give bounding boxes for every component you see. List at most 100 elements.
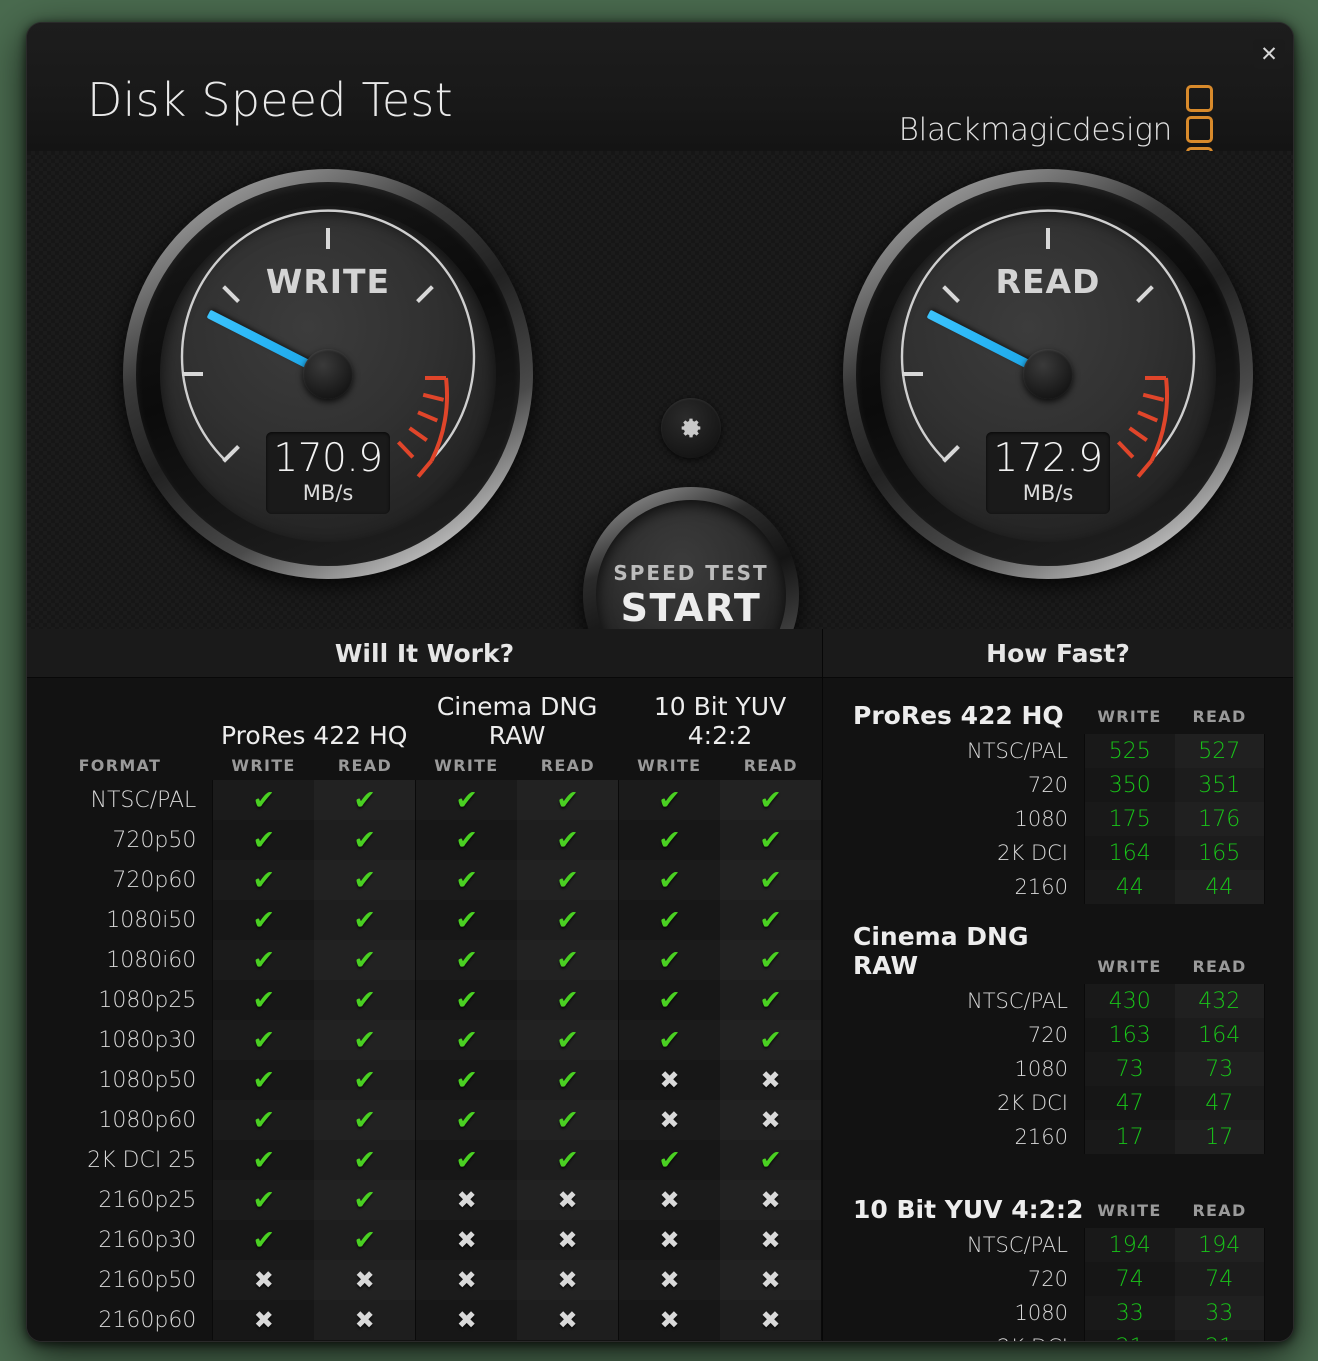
format-label: 720p60 — [112, 867, 197, 893]
status-check-icon: ✔ — [517, 940, 619, 980]
check-icon: ✔ — [252, 824, 276, 856]
check-icon: ✔ — [556, 904, 579, 936]
cross-icon: ✖ — [659, 1306, 680, 1334]
format-label: 1080i60 — [106, 947, 197, 973]
format-label: 2160p25 — [98, 1187, 197, 1213]
check-icon: ✔ — [556, 784, 579, 816]
table-row: 2K DCI2121 — [851, 1330, 1265, 1341]
page-title: Disk Speed Test — [87, 73, 453, 127]
check-icon: ✔ — [759, 984, 782, 1016]
status-cross-icon: ✖ — [720, 1260, 822, 1300]
status-check-icon: ✔ — [212, 1060, 315, 1100]
check-icon: ✔ — [252, 1224, 276, 1256]
check-icon: ✔ — [556, 1104, 579, 1136]
read-gauge-hub — [1023, 349, 1073, 399]
check-icon: ✔ — [556, 944, 579, 976]
read-gauge-label: READ — [995, 262, 1101, 301]
how-fast-table: Cinema DNG RAW WRITE READ NTSC/PAL 430 432 720… — [851, 922, 1265, 1154]
cross-icon: ✖ — [760, 1186, 781, 1214]
read-speed-value: 165 — [1174, 836, 1265, 870]
check-icon: ✔ — [455, 1064, 478, 1096]
how-fast-title: How Fast? — [823, 629, 1293, 678]
gear-icon — [681, 418, 701, 438]
status-check-icon: ✔ — [212, 1180, 315, 1220]
status-check-icon: ✔ — [314, 1060, 416, 1100]
status-check-icon: ✔ — [415, 820, 518, 860]
status-check-icon: ✔ — [212, 940, 315, 980]
column-header-read: READ — [1192, 707, 1247, 726]
status-cross-icon: ✖ — [618, 1260, 720, 1300]
check-icon: ✔ — [353, 1144, 377, 1176]
read-value: 172.9 — [993, 436, 1103, 482]
write-speed-value: 175 — [1084, 802, 1175, 836]
format-label: 2160p60 — [98, 1307, 197, 1333]
table-row: 2160p50 ✖ ✖ ✖ ✖ ✖ ✖ — [27, 1260, 822, 1300]
cross-icon: ✖ — [456, 1266, 477, 1294]
disk-speed-test-window: Disk Speed Test Blackmagicdesign ✕ WRITE… — [26, 22, 1294, 1342]
write-speed-value: 21 — [1084, 1330, 1175, 1341]
table-row: 720 74 74 — [851, 1262, 1265, 1296]
status-cross-icon: ✖ — [720, 1100, 822, 1140]
check-icon: ✔ — [658, 1024, 681, 1056]
cross-icon: ✖ — [354, 1266, 375, 1294]
gauge-panel: WRITE 170.9 MB/s READ 172.9 MB/s SPEED T… — [27, 151, 1293, 703]
write-speed-value: 44 — [1084, 870, 1175, 904]
format-label: 720p50 — [112, 827, 197, 853]
table-row: 2160p60 ✖ ✖ ✖ ✖ ✖ ✖ — [27, 1300, 822, 1340]
read-gauge: READ 172.9 MB/s — [843, 169, 1253, 579]
table-row: NTSC/PAL 525 527 — [851, 734, 1265, 768]
read-gauge-face: READ 172.9 MB/s — [880, 206, 1216, 542]
column-header-write: WRITE — [1097, 1201, 1162, 1220]
status-check-icon: ✔ — [314, 820, 416, 860]
status-cross-icon: ✖ — [720, 1220, 822, 1260]
title-bar: Disk Speed Test Blackmagicdesign ✕ — [27, 23, 1293, 174]
status-check-icon: ✔ — [720, 820, 822, 860]
cross-icon: ✖ — [659, 1106, 680, 1134]
cross-icon: ✖ — [659, 1186, 680, 1214]
status-check-icon: ✔ — [212, 1020, 315, 1060]
will-it-work-title: Will It Work? — [27, 629, 822, 678]
resolution-label: 2K DCI — [851, 1330, 1085, 1341]
status-cross-icon: ✖ — [415, 1260, 518, 1300]
status-cross-icon: ✖ — [618, 1180, 720, 1220]
start-button-line2: START — [620, 585, 762, 630]
write-speed-value: 17 — [1084, 1120, 1175, 1154]
status-check-icon: ✔ — [517, 900, 619, 940]
check-icon: ✔ — [455, 864, 478, 896]
status-cross-icon: ✖ — [415, 1220, 518, 1260]
column-header-write: WRITE — [1097, 707, 1162, 726]
resolution-label: 2160 — [1014, 875, 1068, 899]
cross-icon: ✖ — [760, 1306, 781, 1334]
write-speed-value: 164 — [1084, 836, 1175, 870]
write-speed-value: 74 — [1084, 1262, 1175, 1296]
status-check-icon: ✔ — [720, 900, 822, 940]
format-label: 2K DCI 25 — [87, 1147, 197, 1173]
status-check-icon: ✔ — [517, 1140, 619, 1180]
section-codec-name: 10 Bit YUV 4:2:2 — [853, 1195, 1084, 1224]
format-label: 1080p60 — [98, 1107, 197, 1133]
status-check-icon: ✔ — [720, 940, 822, 980]
status-check-icon: ✔ — [314, 1020, 416, 1060]
section-header-row: ProRes 422 HQ WRITE READ — [851, 678, 1265, 734]
cross-icon: ✖ — [760, 1266, 781, 1294]
write-speed-value: 33 — [1084, 1296, 1175, 1330]
format-header: FORMAT — [78, 755, 162, 775]
status-check-icon: ✔ — [314, 980, 416, 1020]
table-row: 1080 73 73 — [851, 1052, 1265, 1086]
check-icon: ✔ — [455, 784, 478, 816]
status-cross-icon: ✖ — [517, 1300, 619, 1340]
status-check-icon: ✔ — [212, 860, 315, 900]
subheader-read: READ — [337, 755, 393, 775]
app-root: Disk Speed Test Blackmagicdesign ✕ WRITE… — [0, 0, 1318, 1361]
status-check-icon: ✔ — [314, 940, 416, 980]
check-icon: ✔ — [556, 984, 579, 1016]
table-row: 1080 175 176 — [851, 802, 1265, 836]
settings-button[interactable] — [661, 398, 721, 458]
codec-header-yuv: 10 Bit YUV 4:2:2 — [653, 692, 787, 750]
table-row: 1080p30 ✔ ✔ ✔ ✔ ✔ ✔ — [27, 1020, 822, 1060]
resolution-label: NTSC/PAL — [967, 1233, 1068, 1257]
will-it-work-rows: NTSC/PAL ✔ ✔ ✔ ✔ ✔ ✔ 720p50 ✔ ✔ ✔ ✔ ✔ ✔ 720p60 ✔ ✔ ✔ ✔ ✔ ✔ 10… — [27, 780, 822, 1340]
status-check-icon: ✔ — [720, 980, 822, 1020]
close-icon[interactable]: ✕ — [1253, 39, 1285, 69]
